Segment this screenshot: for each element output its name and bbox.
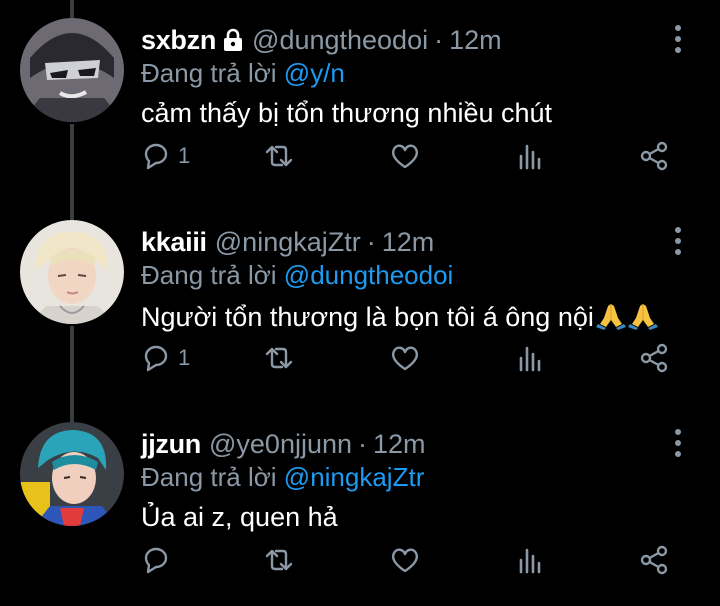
share-button[interactable] (638, 538, 670, 582)
share-icon (640, 343, 668, 373)
replying-prefix: Đang trả lời (141, 260, 277, 290)
reply-icon (144, 143, 168, 170)
share-icon (640, 141, 668, 171)
analytics-icon (519, 346, 541, 372)
tweet-text-body: Người tổn thương là bọn tôi á ông nội (141, 302, 594, 332)
more-icon[interactable] (672, 226, 684, 256)
avatar[interactable] (20, 220, 124, 324)
replying-to: Đang trả lời @dungtheodoi (141, 260, 453, 291)
action-bar (0, 538, 720, 582)
retweet-icon (265, 549, 293, 571)
reply-icon (144, 547, 168, 574)
handle[interactable]: @dungtheodoi (252, 25, 428, 56)
timestamp[interactable]: 12m (373, 429, 426, 460)
separator: · (434, 24, 444, 55)
avatar[interactable] (20, 18, 124, 122)
like-icon (391, 346, 419, 371)
folded-hands-emoji-icon (627, 304, 658, 330)
handle[interactable]: @ningkajZtr (215, 227, 361, 258)
separator: · (358, 428, 368, 459)
analytics-button[interactable] (515, 538, 547, 582)
reply-icon (144, 345, 168, 372)
mention-link[interactable]: @ningkajZtr (284, 462, 425, 492)
reply-button[interactable] (140, 538, 178, 582)
reply-count: 1 (178, 143, 191, 168)
avatar-image-blond (20, 220, 124, 324)
tweet-text: cảm thấy bị tổn thương nhiều chút (141, 98, 553, 128)
replying-prefix: Đang trả lời (141, 462, 277, 492)
mention-link[interactable]: @dungtheodoi (284, 260, 454, 290)
like-icon (391, 144, 419, 169)
tweet-3[interactable]: jjzun @ye0njjunn · 12m Đang trả lời @nin… (0, 404, 720, 606)
retweet-button[interactable] (263, 134, 295, 178)
share-button[interactable] (638, 134, 670, 178)
timestamp[interactable]: 12m (382, 227, 435, 258)
replying-to: Đang trả lời @y/n (141, 58, 345, 89)
folded-hands-emoji-icon (595, 304, 626, 330)
tweet-text: Ủa ai z, quen hả (141, 502, 338, 532)
retweet-icon (265, 347, 293, 369)
share-icon (640, 545, 668, 575)
tweet-2[interactable]: kkaiii @ningkajZtr · 12m Đang trả lời @d… (0, 202, 720, 404)
avatar-image-anime (20, 18, 124, 122)
more-icon[interactable] (672, 428, 684, 458)
avatar[interactable] (20, 422, 124, 526)
tweet-text: Người tổn thương là bọn tôi á ông nội (141, 300, 658, 333)
tweet-1[interactable]: sxbzn @dungtheodoi · 12m Đang trả lời @y… (0, 0, 720, 202)
analytics-button[interactable] (515, 336, 547, 380)
analytics-icon (519, 548, 541, 574)
like-button[interactable] (389, 134, 421, 178)
timestamp[interactable]: 12m (449, 25, 502, 56)
like-button[interactable] (389, 336, 421, 380)
lock-icon (224, 28, 243, 51)
like-icon (391, 548, 419, 573)
handle[interactable]: @ye0njjunn (209, 429, 352, 460)
replying-prefix: Đang trả lời (141, 58, 277, 88)
retweet-button[interactable] (263, 336, 295, 380)
reply-button[interactable]: 1 (140, 134, 190, 178)
action-bar: 1 (0, 336, 720, 380)
reply-button[interactable]: 1 (140, 336, 190, 380)
action-bar: 1 (0, 134, 720, 178)
separator: · (366, 226, 376, 257)
avatar-image-blue-hair (20, 422, 124, 526)
replying-to: Đang trả lời @ningkajZtr (141, 462, 424, 493)
display-name[interactable]: kkaiii (141, 227, 207, 258)
share-button[interactable] (638, 336, 670, 380)
display-name[interactable]: sxbzn (141, 25, 216, 56)
mention-link[interactable]: @y/n (284, 58, 345, 88)
analytics-icon (519, 144, 541, 170)
like-button[interactable] (389, 538, 421, 582)
more-icon[interactable] (672, 24, 684, 54)
display-name[interactable]: jjzun (141, 429, 201, 460)
retweet-button[interactable] (263, 538, 295, 582)
reply-count: 1 (178, 345, 191, 370)
analytics-button[interactable] (515, 134, 547, 178)
retweet-icon (265, 145, 293, 167)
